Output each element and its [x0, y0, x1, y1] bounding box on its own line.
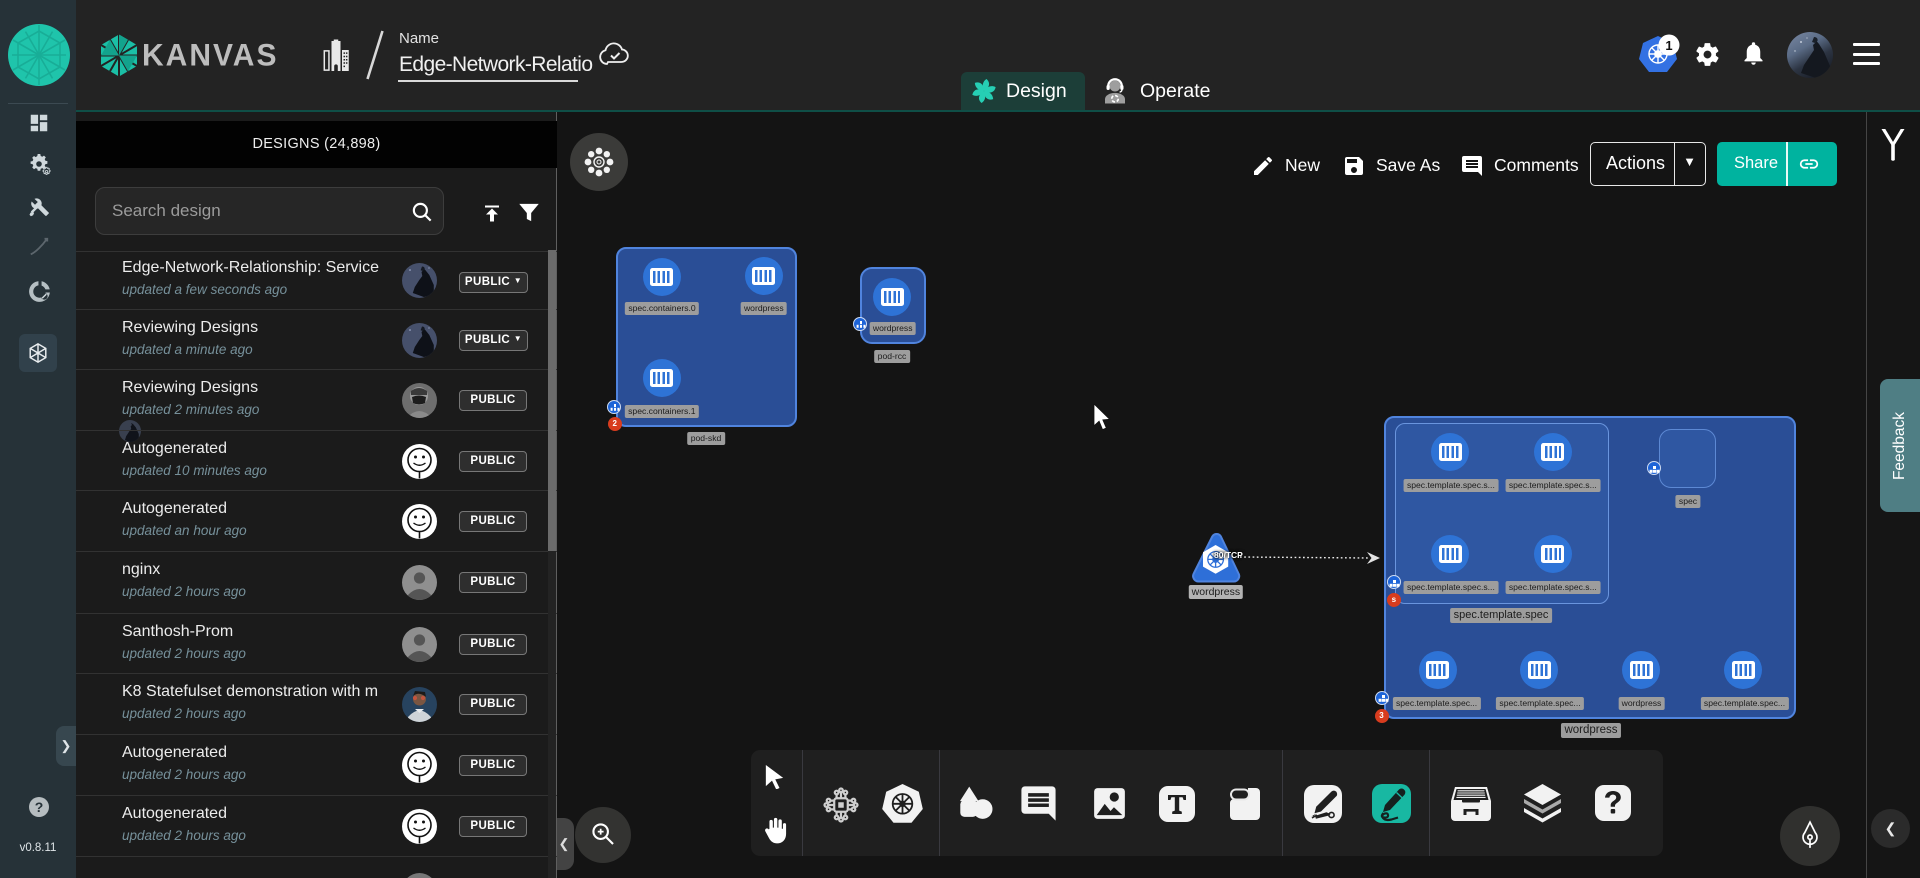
- svg-text:1: 1: [1665, 38, 1672, 53]
